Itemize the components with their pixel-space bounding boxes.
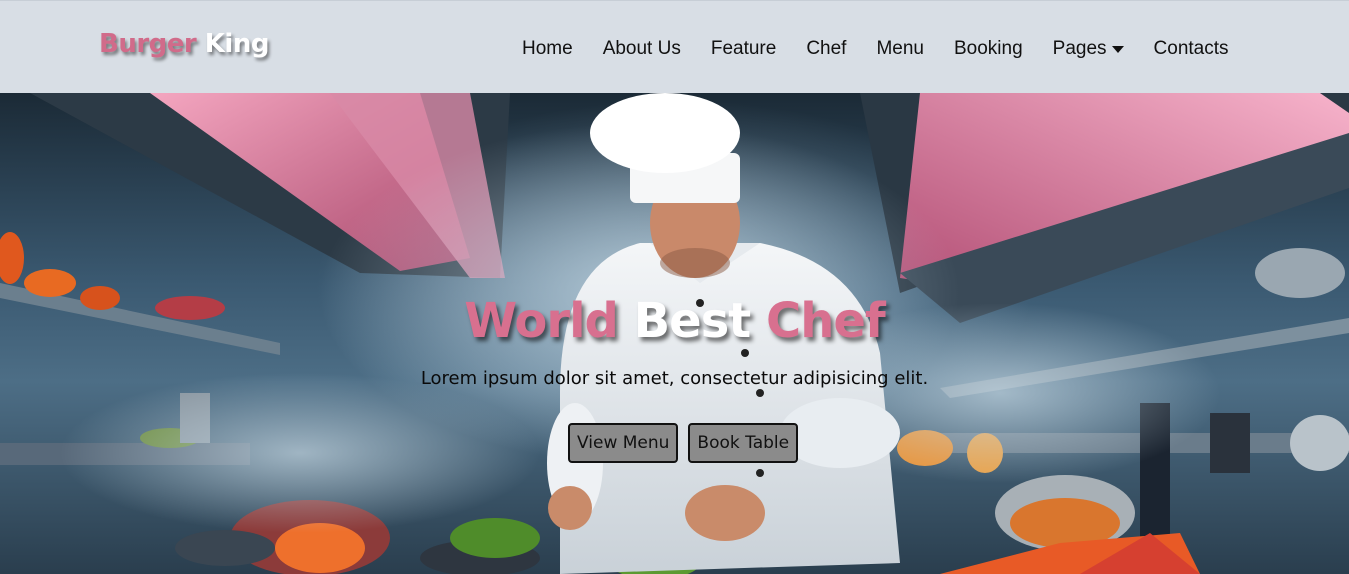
brand-logo-part2: King xyxy=(204,29,270,59)
nav-booking[interactable]: Booking xyxy=(954,38,1023,60)
hero-title-part1: World xyxy=(464,293,634,349)
nav-about-us[interactable]: About Us xyxy=(603,38,681,60)
caret-down-icon xyxy=(1111,45,1124,53)
hero-subtitle: Lorem ipsum dolor sit amet, consectetur … xyxy=(420,368,929,389)
view-menu-button[interactable]: View Menu xyxy=(568,423,679,463)
nav-chef[interactable]: Chef xyxy=(806,38,846,60)
hero-title: World Best Chef xyxy=(0,293,1349,349)
nav-pages-label: Pages xyxy=(1052,38,1107,59)
nav-feature[interactable]: Feature xyxy=(711,38,776,60)
hero-buttons: View Menu Book Table xyxy=(568,423,799,463)
main-nav: Home About Us Feature Chef Menu Booking … xyxy=(522,37,1229,61)
brand-logo[interactable]: Burger King xyxy=(99,29,269,59)
nav-contacts[interactable]: Contacts xyxy=(1154,38,1229,60)
nav-menu[interactable]: Menu xyxy=(876,38,924,60)
hero-section: World Best Chef Lorem ipsum dolor sit am… xyxy=(0,93,1349,574)
nav-pages-dropdown[interactable]: Pages xyxy=(1053,38,1124,60)
nav-home[interactable]: Home xyxy=(522,38,573,60)
hero-title-part3: Chef xyxy=(765,293,886,349)
hero-title-part2: Best xyxy=(633,293,766,349)
navbar: Burger King Home About Us Feature Chef M… xyxy=(0,0,1349,93)
book-table-button[interactable]: Book Table xyxy=(688,423,799,463)
brand-logo-part1: Burger xyxy=(99,29,205,59)
